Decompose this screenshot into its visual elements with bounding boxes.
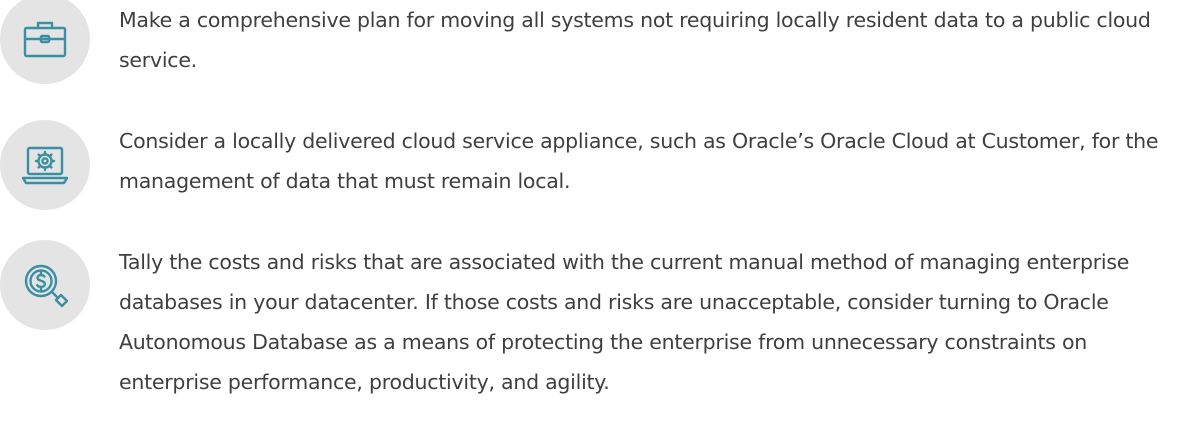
recommendation-list: Make a comprehensive plan for moving all… <box>0 0 1188 421</box>
icon-badge <box>0 0 90 84</box>
item-text: Tally the costs and risks that are assoc… <box>119 250 1130 394</box>
laptop-gear-icon <box>21 146 69 185</box>
briefcase-icon <box>23 21 67 58</box>
item-text: Consider a locally delivered cloud servi… <box>119 129 1159 193</box>
dollar-search-icon <box>24 264 69 308</box>
item-text: Make a comprehensive plan for moving all… <box>119 8 1151 72</box>
icon-badge <box>0 240 90 330</box>
icon-badge <box>0 120 90 210</box>
